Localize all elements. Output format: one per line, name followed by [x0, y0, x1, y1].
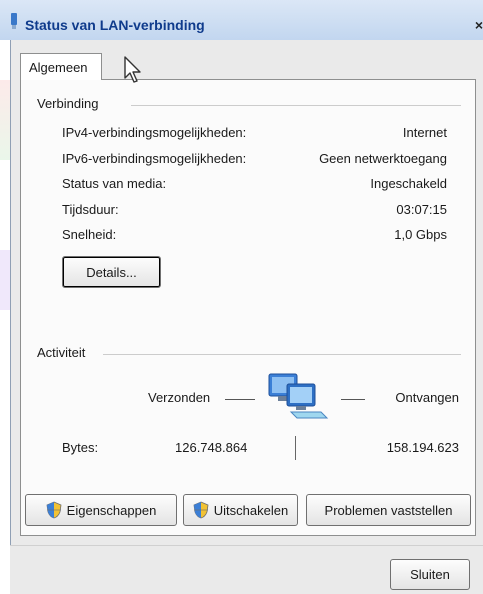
duration-value: 03:07:15: [396, 202, 447, 217]
media-status-value: Ingeschakeld: [370, 176, 447, 191]
network-computers-icon: [268, 373, 329, 419]
disable-button-label: Uitschakelen: [213, 502, 289, 518]
bytes-sent-value: 126.748.864: [175, 440, 248, 455]
group-divider: [131, 105, 461, 106]
media-status-label: Status van media:: [62, 176, 167, 191]
details-button[interactable]: Details...: [62, 256, 161, 288]
close-icon[interactable]: ×: [475, 17, 483, 33]
tab-label: Algemeen: [29, 60, 88, 75]
tab-panel-algemeen: Verbinding IPv4-verbindingsmogelijkheden…: [20, 79, 476, 536]
disable-button[interactable]: Uitschakelen: [183, 494, 298, 526]
bytes-label: Bytes:: [62, 440, 99, 455]
received-label: Ontvangen: [395, 390, 459, 405]
properties-button-label: Eigenschappen: [66, 502, 157, 518]
shield-icon: [193, 501, 209, 519]
speed-label: Snelheid:: [62, 227, 117, 242]
mouse-pointer-icon: [124, 56, 141, 83]
diagnose-button[interactable]: Problemen vaststellen: [306, 494, 471, 526]
close-button[interactable]: Sluiten: [390, 559, 470, 590]
title-bar[interactable]: Status van LAN-verbinding ×: [0, 0, 483, 40]
ipv6-label: IPv6-verbindingsmogelijkheden:: [62, 151, 247, 166]
background-fringe: [0, 80, 10, 160]
network-adapter-icon: [11, 13, 17, 29]
ipv6-value: Geen netwerktoegang: [319, 151, 447, 166]
shield-icon: [46, 501, 62, 519]
bytes-received-value: 158.194.623: [386, 440, 459, 455]
ipv4-label: IPv4-verbindingsmogelijkheden:: [62, 125, 247, 140]
background-fringe: [0, 250, 10, 310]
bytes-divider: [295, 436, 296, 460]
sent-label: Verzonden: [148, 390, 211, 405]
properties-button[interactable]: Eigenschappen: [25, 494, 177, 526]
speed-value: 1,0 Gbps: [394, 227, 447, 242]
window-title: Status van LAN-verbinding: [25, 17, 205, 33]
received-line: [341, 399, 365, 400]
connection-group-label: Verbinding: [37, 96, 103, 111]
duration-label: Tijdsduur:: [62, 202, 119, 217]
group-divider: [103, 354, 461, 355]
tab-algemeen[interactable]: Algemeen: [20, 53, 102, 80]
activity-group-label: Activiteit: [37, 345, 90, 360]
ipv4-value: Internet: [402, 125, 447, 140]
dialog-footer: Sluiten: [10, 545, 483, 594]
sent-line: [225, 399, 255, 400]
